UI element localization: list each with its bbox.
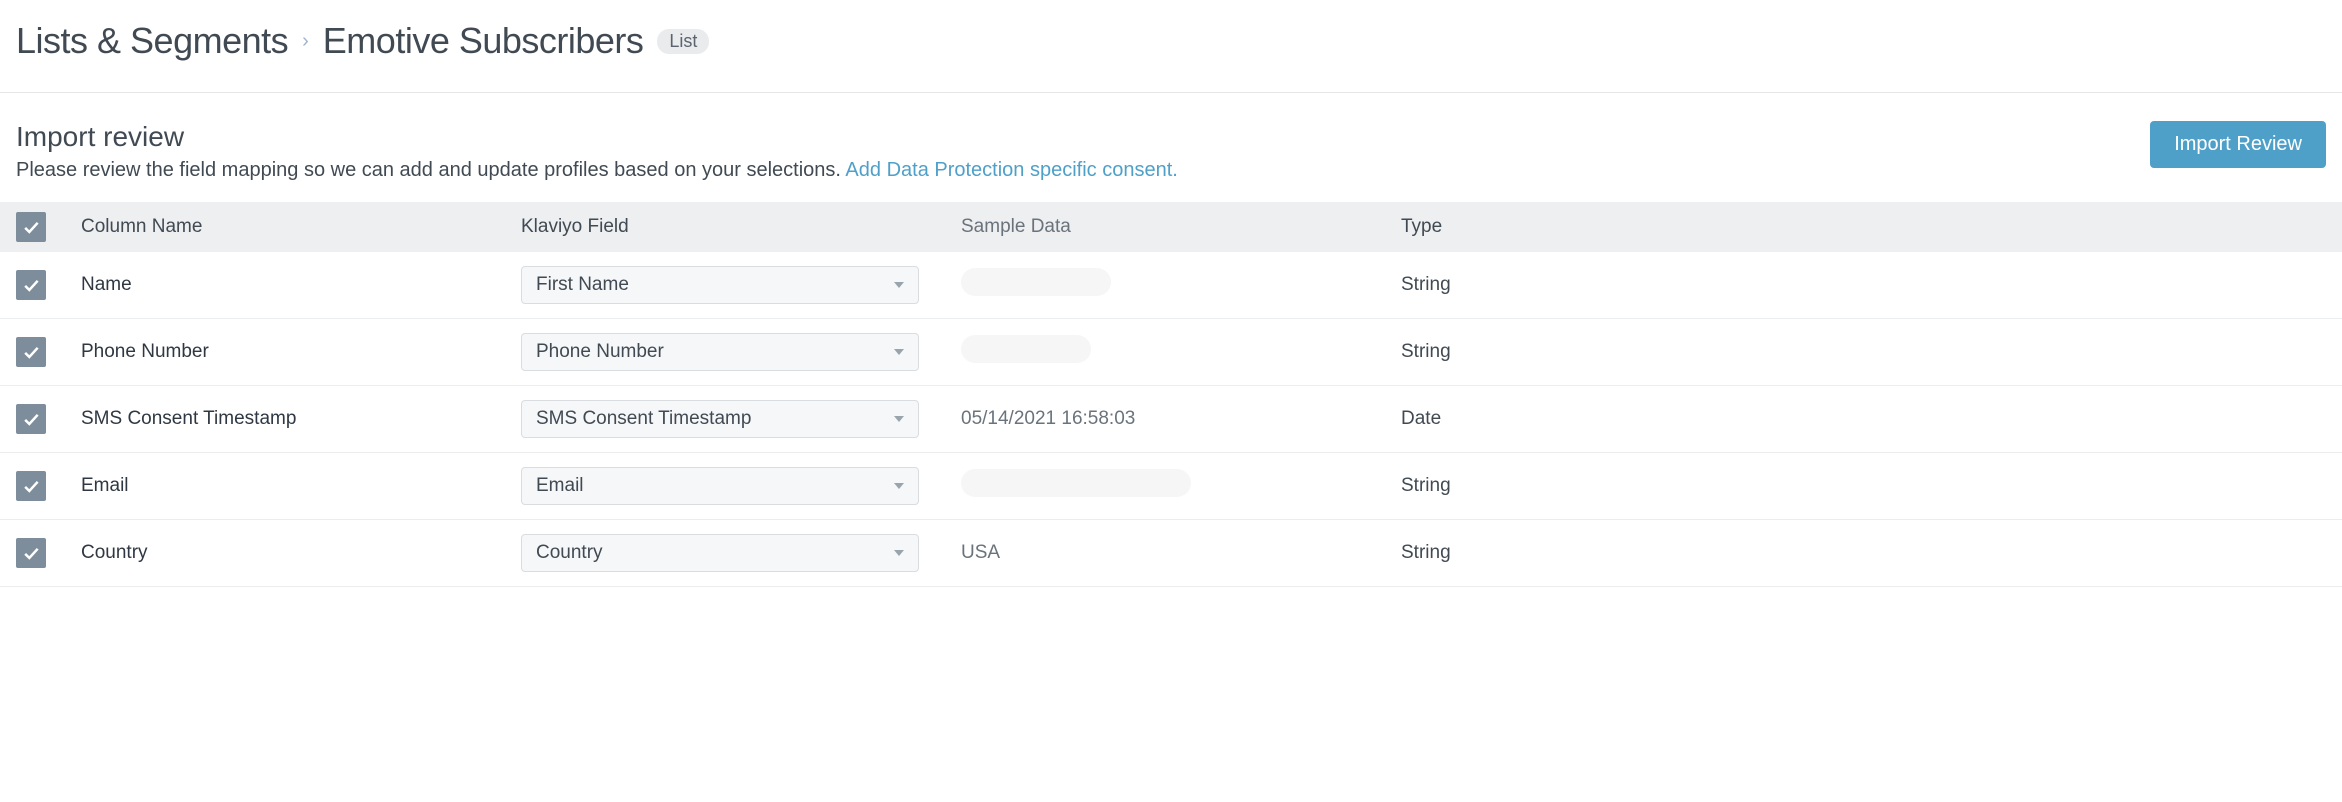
table-row: SMS Consent Timestamp SMS Consent Timesta… — [0, 386, 2342, 453]
import-review-button[interactable]: Import Review — [2150, 121, 2326, 168]
breadcrumb: Lists & Segments › Emotive Subscribers L… — [0, 0, 2342, 93]
row-checkbox[interactable] — [16, 337, 46, 367]
check-icon — [21, 217, 41, 237]
klaviyo-field-select[interactable]: Phone Number — [521, 333, 919, 371]
redacted-sample — [961, 469, 1191, 497]
select-all-checkbox[interactable] — [16, 212, 46, 242]
header-type: Type — [1401, 216, 2326, 238]
chevron-down-icon — [894, 349, 904, 355]
redacted-sample — [961, 335, 1091, 363]
section-description: Please review the field mapping so we ca… — [16, 159, 1178, 182]
redacted-sample — [961, 268, 1111, 296]
column-name-cell: Name — [81, 274, 521, 296]
type-cell: String — [1401, 274, 2326, 296]
select-label: SMS Consent Timestamp — [536, 408, 751, 430]
table-row: Email Email String — [0, 453, 2342, 520]
klaviyo-field-select[interactable]: First Name — [521, 266, 919, 304]
chevron-down-icon — [894, 483, 904, 489]
sample-data-cell: 05/14/2021 16:58:03 — [961, 408, 1401, 430]
check-icon — [21, 543, 41, 563]
header-klaviyo-field: Klaviyo Field — [521, 216, 961, 238]
table-header-row: Column Name Klaviyo Field Sample Data Ty… — [0, 202, 2342, 252]
select-label: Email — [536, 475, 584, 497]
select-label: Phone Number — [536, 341, 664, 363]
section-header: Import review Please review the field ma… — [0, 93, 2342, 202]
row-checkbox[interactable] — [16, 538, 46, 568]
check-icon — [21, 409, 41, 429]
klaviyo-field-select[interactable]: Country — [521, 534, 919, 572]
row-checkbox[interactable] — [16, 471, 46, 501]
chevron-down-icon — [894, 550, 904, 556]
table-row: Country Country USAString — [0, 520, 2342, 587]
check-icon — [21, 476, 41, 496]
column-name-cell: Email — [81, 475, 521, 497]
column-name-cell: Phone Number — [81, 341, 521, 363]
section-description-text: Please review the field mapping so we ca… — [16, 159, 841, 181]
check-icon — [21, 275, 41, 295]
type-cell: Date — [1401, 408, 2326, 430]
chevron-right-icon: › — [302, 30, 309, 53]
type-cell: String — [1401, 475, 2326, 497]
column-name-cell: SMS Consent Timestamp — [81, 408, 521, 430]
table-row: Phone Number Phone Number String — [0, 319, 2342, 386]
row-checkbox[interactable] — [16, 270, 46, 300]
select-label: First Name — [536, 274, 629, 296]
breadcrumb-current: Emotive Subscribers — [323, 20, 644, 62]
chevron-down-icon — [894, 416, 904, 422]
sample-data-cell — [961, 335, 1401, 369]
sample-data-cell — [961, 268, 1401, 302]
add-consent-link[interactable]: Add Data Protection specific consent. — [845, 159, 1177, 181]
table-row: Name First Name String — [0, 252, 2342, 319]
row-checkbox[interactable] — [16, 404, 46, 434]
header-sample-data: Sample Data — [961, 216, 1401, 238]
select-label: Country — [536, 542, 603, 564]
sample-data-cell — [961, 469, 1401, 503]
type-cell: String — [1401, 542, 2326, 564]
klaviyo-field-select[interactable]: Email — [521, 467, 919, 505]
header-column-name: Column Name — [81, 216, 521, 238]
section-title: Import review — [16, 121, 1178, 153]
chevron-down-icon — [894, 282, 904, 288]
breadcrumb-root[interactable]: Lists & Segments — [16, 20, 288, 62]
sample-data-cell: USA — [961, 542, 1401, 564]
check-icon — [21, 342, 41, 362]
list-badge: List — [657, 29, 709, 54]
type-cell: String — [1401, 341, 2326, 363]
mapping-table: Column Name Klaviyo Field Sample Data Ty… — [0, 202, 2342, 587]
column-name-cell: Country — [81, 542, 521, 564]
klaviyo-field-select[interactable]: SMS Consent Timestamp — [521, 400, 919, 438]
